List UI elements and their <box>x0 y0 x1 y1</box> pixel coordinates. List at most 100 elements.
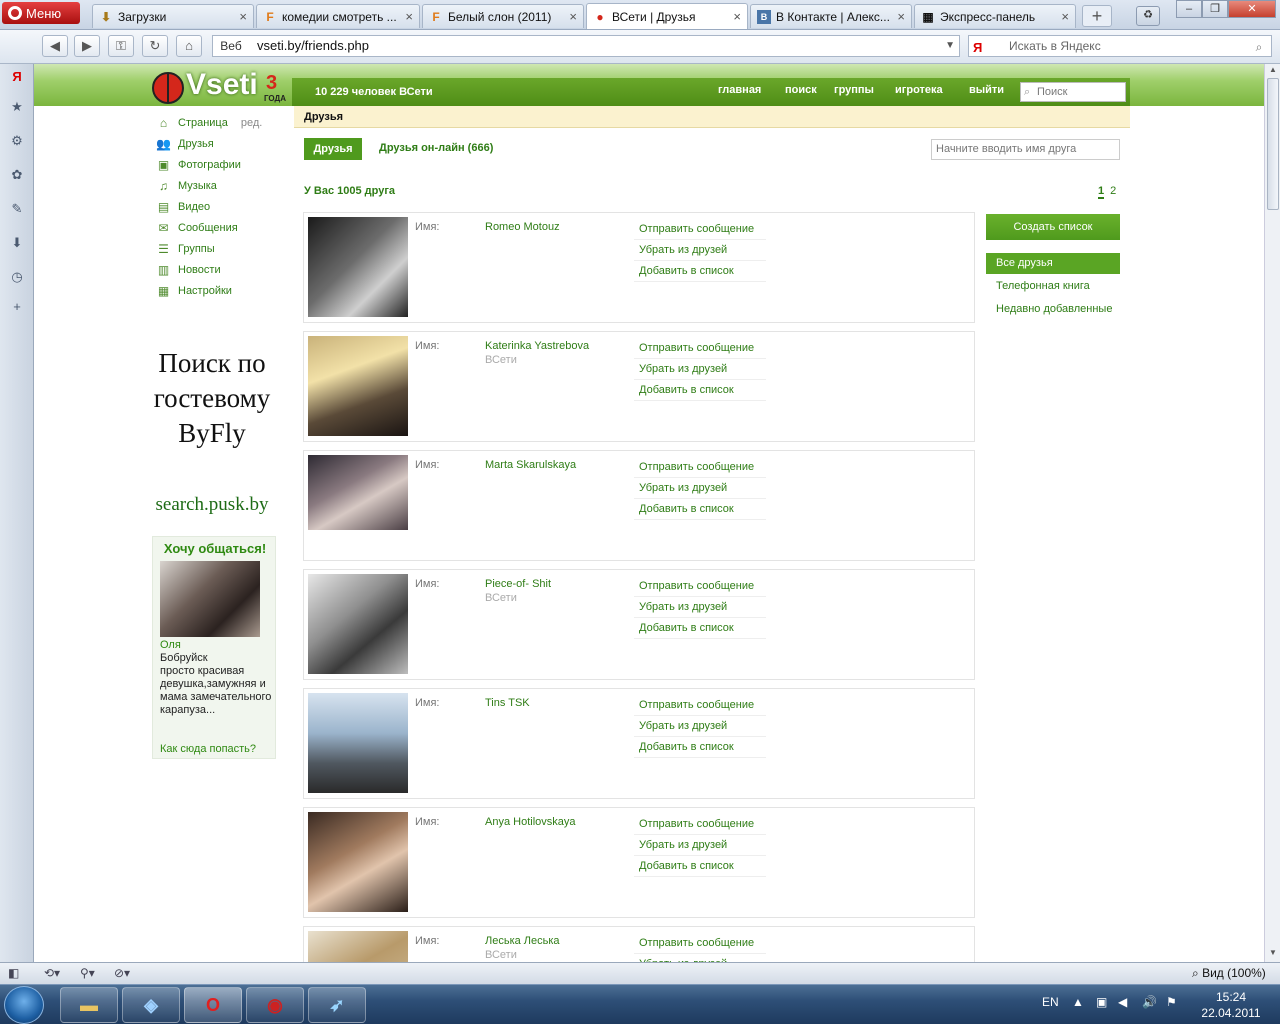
key-icon[interactable]: ⚿ <box>108 35 134 57</box>
friend-name[interactable]: Katerinka Yastrebova <box>485 340 589 352</box>
widgets-icon[interactable]: ⚙ <box>8 132 26 150</box>
ad-text[interactable]: Поиск по гостевому ByFly <box>152 346 272 451</box>
friend-name[interactable]: Tins TSK <box>485 697 530 709</box>
friend-name[interactable]: Piece-of- Shit <box>485 578 551 590</box>
friend-avatar[interactable] <box>308 931 408 964</box>
close-window-button[interactable]: ✕ <box>1228 0 1276 18</box>
add-panel-icon[interactable]: + <box>8 298 26 316</box>
history-icon[interactable]: ◷ <box>8 268 26 286</box>
send-message-link[interactable]: Отправить сообщение <box>634 814 766 835</box>
friend-avatar[interactable] <box>308 336 408 436</box>
maximize-button[interactable]: ❐ <box>1202 0 1228 18</box>
tab-vkontakte[interactable]: B В Контакте | Алекс... × <box>750 4 912 28</box>
friend-name[interactable]: Romeo Motouz <box>485 221 560 233</box>
promo-how-link[interactable]: Как сюда попасть? <box>160 743 256 755</box>
trash-icon[interactable]: ♻ <box>1136 6 1160 26</box>
remove-friend-link[interactable]: Убрать из друзей <box>634 359 766 380</box>
list-phone-book[interactable]: Телефонная книга <box>986 276 1120 297</box>
yandex-panel-icon[interactable]: Я <box>8 68 26 86</box>
page-1[interactable]: 1 <box>1098 185 1105 199</box>
promo-photo[interactable] <box>160 561 260 637</box>
tab-close-icon[interactable]: × <box>405 9 413 24</box>
scroll-thumb[interactable] <box>1267 78 1279 210</box>
sidebar-item-page[interactable]: ⌂ Страница ред. <box>156 114 262 132</box>
yandex-search-field[interactable]: Я Искать в Яндекс ⌕ <box>968 35 1272 57</box>
forward-button[interactable]: ▶ <box>74 35 100 57</box>
zoom-control[interactable]: ⌕ Вид (100%) <box>1192 966 1266 981</box>
search-icon[interactable]: ⌕ <box>1249 37 1269 55</box>
add-to-list-link[interactable]: Добавить в список <box>634 618 766 639</box>
start-button[interactable] <box>4 986 44 1024</box>
remove-friend-link[interactable]: Убрать из друзей <box>634 240 766 261</box>
minimize-button[interactable]: – <box>1176 0 1202 18</box>
tab-close-icon[interactable]: × <box>569 9 577 24</box>
bird-taskbar-icon[interactable]: ➶ <box>308 987 366 1023</box>
sidebar-item-news[interactable]: ▥ Новости <box>156 261 221 279</box>
list-all-friends[interactable]: Все друзья <box>986 253 1120 274</box>
sidebar-item-groups[interactable]: ☰ Группы <box>156 240 215 258</box>
send-message-link[interactable]: Отправить сообщение <box>634 219 766 240</box>
tray-app-icon[interactable]: ◀ <box>1118 995 1127 1009</box>
tray-arrow-icon[interactable]: ▲ <box>1072 995 1084 1009</box>
add-to-list-link[interactable]: Добавить в список <box>634 261 766 282</box>
tab-close-icon[interactable]: × <box>733 9 741 24</box>
send-message-link[interactable]: Отправить сообщение <box>634 933 766 954</box>
bookmarks-icon[interactable]: ★ <box>8 98 26 116</box>
tab-downloads[interactable]: ⬇ Загрузки × <box>92 4 254 28</box>
unite-status-icon[interactable]: ⊘▾ <box>114 966 130 982</box>
friend-filter-input[interactable]: Начните вводить имя друга <box>931 139 1120 160</box>
nav-groups[interactable]: группы <box>834 84 874 96</box>
tab-close-icon[interactable]: × <box>897 9 905 24</box>
url-field[interactable]: Веб vseti.by/friends.php ▼ <box>212 35 960 57</box>
friend-avatar[interactable] <box>308 574 408 674</box>
explorer-taskbar-icon[interactable]: ▬ <box>60 987 118 1023</box>
send-message-link[interactable]: Отправить сообщение <box>634 338 766 359</box>
friend-name[interactable]: Marta Skarulskaya <box>485 459 576 471</box>
friend-name[interactable]: Anya Hotilovskaya <box>485 816 576 828</box>
tab-close-icon[interactable]: × <box>1061 9 1069 24</box>
add-to-list-link[interactable]: Добавить в список <box>634 380 766 401</box>
flag-icon[interactable]: ⚑ <box>1166 995 1177 1009</box>
site-search-input[interactable]: ⌕ Поиск <box>1020 82 1126 102</box>
promo-name[interactable]: Оля <box>160 639 181 651</box>
ad-link[interactable]: search.pusk.by <box>152 494 272 516</box>
sidebar-item-video[interactable]: ▤ Видео <box>156 198 210 216</box>
network-icon[interactable]: ▣ <box>1096 995 1107 1009</box>
friend-avatar[interactable] <box>308 217 408 317</box>
back-button[interactable]: ◀ <box>42 35 68 57</box>
remove-friend-link[interactable]: Убрать из друзей <box>634 835 766 856</box>
tab-speed-dial[interactable]: ▦ Экспресс-панель × <box>914 4 1076 28</box>
list-recently-added[interactable]: Недавно добавленные <box>986 299 1120 320</box>
send-message-link[interactable]: Отправить сообщение <box>634 457 766 478</box>
page-scrollbar[interactable]: ▲ ▼ <box>1264 64 1280 962</box>
nav-home[interactable]: главная <box>718 84 761 96</box>
game-taskbar-icon[interactable]: ◉ <box>246 987 304 1023</box>
tab-friends-online[interactable]: Друзья он-лайн (666) <box>379 142 493 154</box>
page-2[interactable]: 2 <box>1110 185 1116 197</box>
chevron-down-icon[interactable]: ▼ <box>945 36 955 56</box>
nav-games[interactable]: игротека <box>895 84 943 96</box>
friend-avatar[interactable] <box>308 455 408 530</box>
sidebar-item-music[interactable]: ♫ Музыка <box>156 177 217 195</box>
tab-friends[interactable]: Друзья <box>304 138 362 160</box>
nav-search[interactable]: поиск <box>785 84 817 96</box>
friend-avatar[interactable] <box>308 812 408 912</box>
send-message-link[interactable]: Отправить сообщение <box>634 576 766 597</box>
unite-icon[interactable]: ✿ <box>8 166 26 184</box>
system-clock[interactable]: 15:24 22.04.2011 <box>1196 989 1266 1021</box>
friend-avatar[interactable] <box>308 693 408 793</box>
create-list-button[interactable]: Создать список <box>986 214 1120 240</box>
sidebar-item-photos[interactable]: ▣ Фотографии <box>156 156 241 174</box>
reload-button[interactable]: ↻ <box>142 35 168 57</box>
new-tab-button[interactable]: + <box>1082 5 1112 27</box>
volume-icon[interactable]: 🔊 <box>1142 995 1157 1009</box>
tab-belyi-slon[interactable]: F Белый слон (2011) × <box>422 4 584 28</box>
remove-friend-link[interactable]: Убрать из друзей <box>634 716 766 737</box>
opera-taskbar-icon[interactable]: O <box>184 987 242 1023</box>
notes-icon[interactable]: ✎ <box>8 200 26 218</box>
tab-close-icon[interactable]: × <box>239 9 247 24</box>
add-to-list-link[interactable]: Добавить в список <box>634 856 766 877</box>
sidebar-item-messages[interactable]: ✉ Сообщения <box>156 219 237 237</box>
home-button[interactable]: ⌂ <box>176 35 202 57</box>
add-to-list-link[interactable]: Добавить в список <box>634 499 766 520</box>
